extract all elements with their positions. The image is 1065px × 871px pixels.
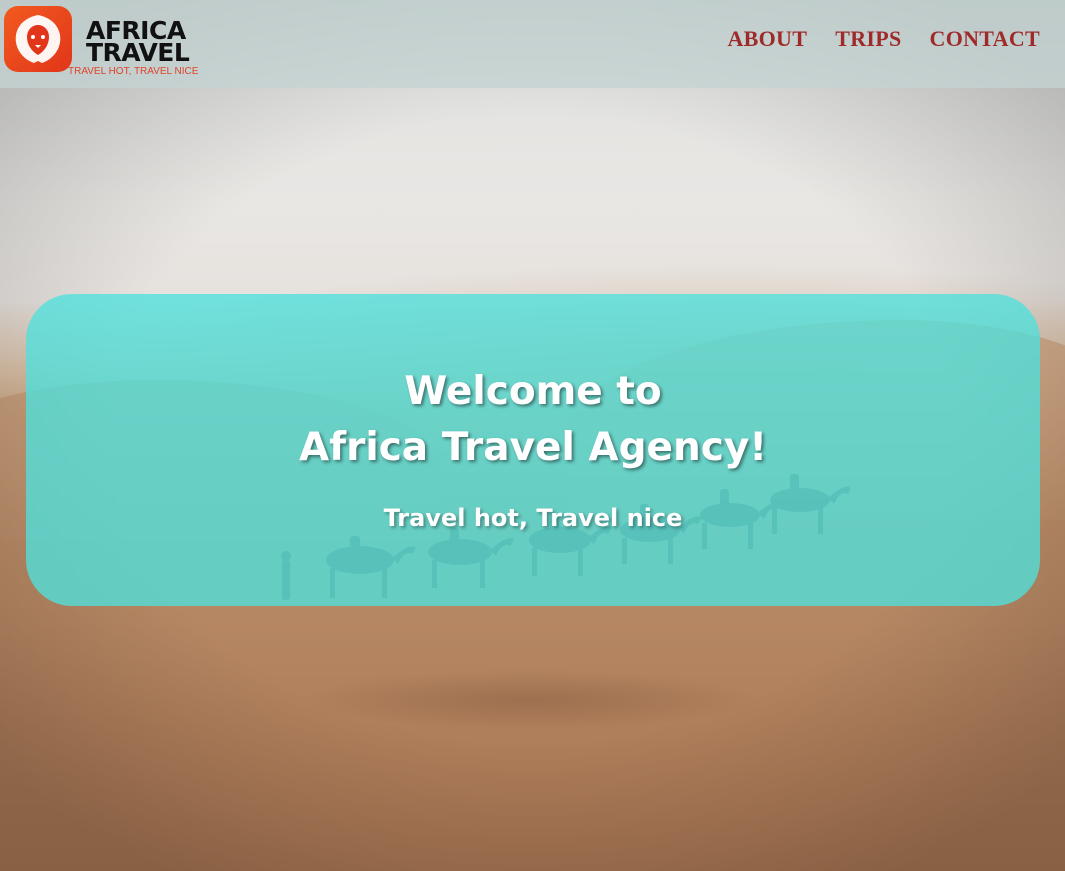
logo-tagline: TRAVEL HOT, TRAVEL NICE — [68, 66, 199, 77]
site-logo[interactable]: AFRICA TRAVEL TRAVEL HOT, TRAVEL NICE — [4, 6, 204, 77]
lion-icon — [15, 15, 61, 63]
nav-link-contact[interactable]: CONTACT — [930, 26, 1040, 52]
hero-title: Welcome to Africa Travel Agency! — [26, 364, 1040, 476]
site-header: AFRICA TRAVEL TRAVEL HOT, TRAVEL NICE AB… — [0, 0, 1065, 88]
hero-panel: Welcome to Africa Travel Agency! Travel … — [26, 294, 1040, 606]
hero-title-line2: Africa Travel Agency! — [298, 425, 768, 470]
main-nav: ABOUT TRIPS CONTACT — [727, 26, 1040, 52]
nav-link-trips[interactable]: TRIPS — [835, 26, 901, 52]
hero-subtitle: Travel hot, Travel nice — [383, 504, 683, 532]
page: AFRICA TRAVEL TRAVEL HOT, TRAVEL NICE AB… — [0, 0, 1065, 871]
logo-text-travel: TRAVEL — [86, 38, 190, 67]
hero-title-line1: Welcome to — [404, 369, 662, 414]
logo-badge — [4, 6, 72, 72]
sand-ridge — [300, 670, 760, 730]
nav-link-about[interactable]: ABOUT — [727, 26, 807, 52]
